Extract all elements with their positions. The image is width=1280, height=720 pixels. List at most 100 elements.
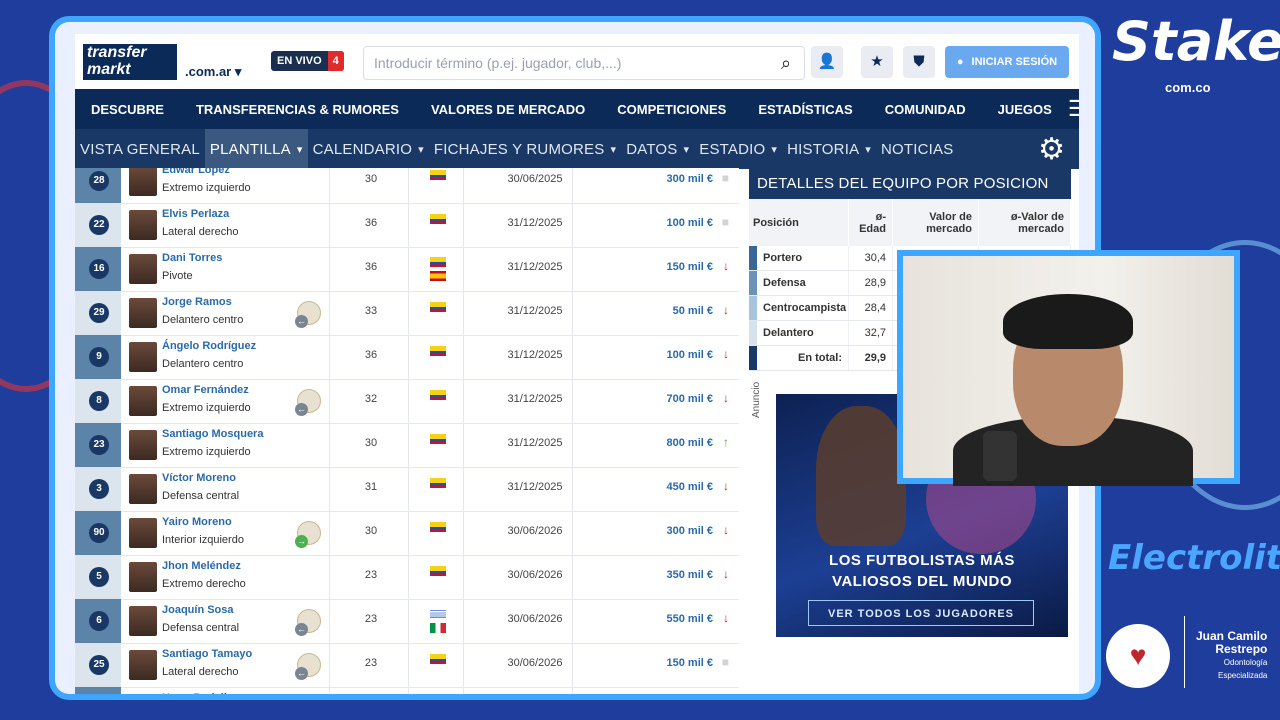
sponsor-name: Restrepo xyxy=(1215,642,1268,656)
player-name-link[interactable]: Santiago Tamayo xyxy=(162,648,252,660)
table-row: Hugo Rodallega xyxy=(75,687,739,694)
divider xyxy=(408,687,409,694)
col-flag-icon xyxy=(430,257,446,267)
shirt-number: 6 xyxy=(89,611,109,631)
market-value-link[interactable]: 150 mil € xyxy=(667,657,713,669)
shirt-number-cell: 23 xyxy=(75,423,121,467)
player-age: 30 xyxy=(364,525,378,537)
login-button[interactable]: ● INICIAR SESIÓN xyxy=(945,46,1069,78)
domain-selector[interactable]: .com.ar ▾ xyxy=(185,64,241,80)
user-icon: ● xyxy=(956,56,964,68)
subnav-item[interactable]: VISTA GENERAL xyxy=(75,129,205,169)
user-search-icon[interactable]: 👤 xyxy=(811,46,843,78)
player-photo[interactable] xyxy=(129,650,157,680)
market-value-link[interactable]: 50 mil € xyxy=(673,305,713,317)
player-photo[interactable] xyxy=(129,298,157,328)
subnav-item[interactable]: FICHAJES Y RUMORES ▾ xyxy=(429,129,621,169)
menu-icon[interactable]: ☰ xyxy=(1068,96,1079,122)
ad-cta-button[interactable]: VER TODOS LOS JUGADORES xyxy=(808,600,1034,626)
player-photo[interactable] xyxy=(129,168,157,196)
player-photo[interactable] xyxy=(129,386,157,416)
player-photo[interactable] xyxy=(129,518,157,548)
divider xyxy=(463,643,464,687)
divider xyxy=(329,687,330,694)
col-flag-icon xyxy=(430,346,446,356)
market-value-link[interactable]: 800 mil € xyxy=(667,437,713,449)
player-name-link[interactable]: Omar Fernández xyxy=(162,384,249,396)
sponsor-name: Juan Camilo xyxy=(1196,629,1268,643)
subnav-item[interactable]: ESTADIO ▾ xyxy=(694,129,782,169)
player-name-link[interactable]: Hugo Rodallega xyxy=(162,692,246,694)
table-row: 25 Santiago Tamayo Lateral derecho ← 23 30/06… xyxy=(75,643,739,688)
nav-item[interactable]: JUEGOS xyxy=(982,102,1068,117)
player-name-link[interactable]: Ángelo Rodríguez xyxy=(162,340,256,352)
header-avg-age: ø-Edad xyxy=(849,199,893,246)
nav-item[interactable]: DESCUBRE xyxy=(75,102,180,117)
subnav-item[interactable]: DATOS ▾ xyxy=(621,129,694,169)
player-photo[interactable] xyxy=(129,210,157,240)
market-value-link[interactable]: 550 mil € xyxy=(667,613,713,625)
site-header: transfer markt .com.ar ▾ EN VIVO 4 Introd… xyxy=(75,34,1079,89)
shirt-number-cell: 6 xyxy=(75,599,121,643)
shield-icon[interactable]: ⛊ xyxy=(903,46,935,78)
nav-item[interactable]: TRANSFERENCIAS & RUMORES xyxy=(180,102,415,117)
nav-item[interactable]: COMUNIDAD xyxy=(869,102,982,117)
sponsor-subtitle: Odontología xyxy=(1223,658,1268,667)
market-value-link[interactable]: 700 mil € xyxy=(667,393,713,405)
arrow-down-icon: ↓ xyxy=(723,523,729,537)
market-value-link[interactable]: 350 mil € xyxy=(667,569,713,581)
position-label: Portero xyxy=(749,246,849,270)
player-photo[interactable] xyxy=(129,254,157,284)
player-name-link[interactable]: Yairo Moreno xyxy=(162,516,232,528)
transfermarkt-logo[interactable]: transfer markt xyxy=(83,44,177,80)
player-photo[interactable] xyxy=(129,562,157,592)
market-value-link[interactable]: 100 mil € xyxy=(667,349,713,361)
esp-flag-icon xyxy=(430,271,446,281)
player-name-link[interactable]: Joaquín Sosa xyxy=(162,604,234,616)
market-value-link[interactable]: 300 mil € xyxy=(667,173,713,185)
player-name-link[interactable]: Víctor Moreno xyxy=(162,472,236,484)
player-name-link[interactable]: Jhon Meléndez xyxy=(162,560,241,572)
subnav-item[interactable]: NOTICIAS xyxy=(876,129,958,169)
shirt-number: 29 xyxy=(89,303,109,323)
divider xyxy=(329,291,330,335)
subnav-item[interactable]: PLANTILLA ▾ xyxy=(204,129,308,169)
player-name-link[interactable]: Edwar López xyxy=(162,168,230,176)
search-placeholder: Introducir término (p.ej. jugador, club,… xyxy=(374,55,622,71)
player-age: 23 xyxy=(364,613,378,625)
shirt-number: 28 xyxy=(89,171,109,191)
player-position: Extremo izquierdo xyxy=(162,182,251,194)
player-name-link[interactable]: Santiago Mosquera xyxy=(162,428,263,440)
header-market-value: Valor de mercado xyxy=(893,199,979,246)
market-value-link[interactable]: 150 mil € xyxy=(667,261,713,273)
player-photo[interactable] xyxy=(129,430,157,460)
player-age: 30 xyxy=(364,437,378,449)
player-name-link[interactable]: Dani Torres xyxy=(162,252,222,264)
player-name-link[interactable]: Jorge Ramos xyxy=(162,296,232,308)
shirt-number: 3 xyxy=(89,479,109,499)
search-icon[interactable]: ⌕ xyxy=(768,53,804,74)
subnav-item[interactable]: HISTORIA ▾ xyxy=(782,129,876,169)
player-name-link[interactable]: Elvis Perlaza xyxy=(162,208,229,220)
divider xyxy=(329,168,330,203)
player-photo[interactable] xyxy=(129,474,157,504)
subnav-item[interactable]: CALENDARIO ▾ xyxy=(308,129,429,169)
market-value-link[interactable]: 300 mil € xyxy=(667,525,713,537)
bookmark-icon[interactable]: ★ xyxy=(861,46,893,78)
player-position: Pivote xyxy=(162,270,193,282)
nav-item[interactable]: VALORES DE MERCADO xyxy=(415,102,601,117)
chevron-down-icon: ▾ xyxy=(296,143,303,156)
live-button[interactable]: EN VIVO 4 xyxy=(271,51,344,71)
market-value-link[interactable]: 450 mil € xyxy=(667,481,713,493)
shirt-number: 9 xyxy=(89,347,109,367)
player-photo[interactable] xyxy=(129,606,157,636)
gear-icon[interactable]: ⚙ xyxy=(1038,129,1065,169)
search-input[interactable]: Introducir término (p.ej. jugador, club,… xyxy=(363,46,805,80)
player-photo[interactable] xyxy=(129,342,157,372)
nav-item[interactable]: ESTADÍSTICAS xyxy=(742,102,868,117)
player-age: 33 xyxy=(364,305,378,317)
table-row: 8 Omar Fernández Extremo izquierdo ← 32 31/12… xyxy=(75,379,739,424)
market-value-link[interactable]: 100 mil € xyxy=(667,217,713,229)
nav-item[interactable]: COMPETICIONES xyxy=(601,102,742,117)
player-age: 32 xyxy=(364,393,378,405)
